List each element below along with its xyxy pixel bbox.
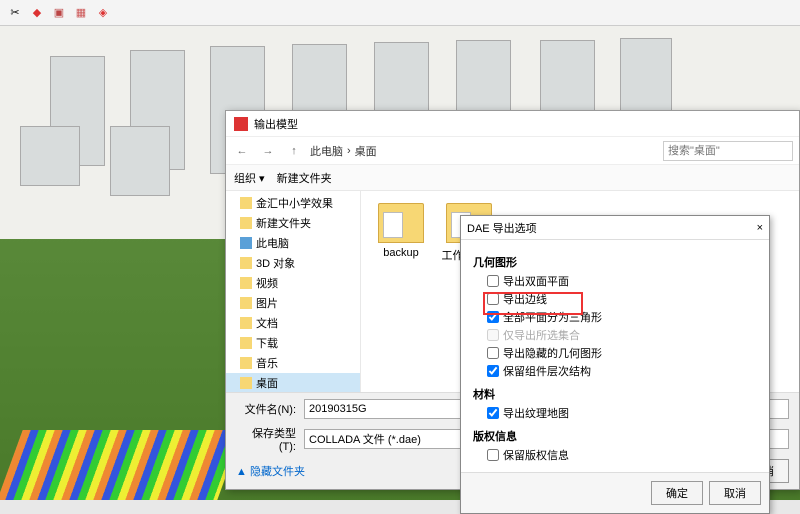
folder-icon: [240, 337, 252, 349]
sel-only-checkbox: [487, 329, 499, 341]
options-body: 几何图形 导出双面平面 导出边线 全部平面分为三角形 仅导出所选集合 导出隐藏的…: [461, 240, 769, 472]
hide-folders-link[interactable]: ▲ 隐藏文件夹: [236, 463, 305, 479]
folder-icon: [378, 203, 424, 243]
options-title: DAE 导出选项: [467, 220, 537, 236]
tree-item[interactable]: 桌面: [226, 373, 360, 392]
computer-icon: [240, 237, 252, 249]
back-button[interactable]: ←: [232, 141, 252, 161]
close-icon[interactable]: ×: [757, 222, 763, 234]
opts-cancel-button[interactable]: 取消: [709, 481, 761, 505]
tree-item[interactable]: 图片: [226, 293, 360, 313]
search-input[interactable]: [663, 141, 793, 161]
folder-tree[interactable]: 金汇中小学效果新建文件夹此电脑3D 对象视频图片文档下载音乐桌面本地磁盘 (C:…: [226, 191, 361, 392]
folder-icon: [240, 317, 252, 329]
command-row: 组织 ▾ 新建文件夹: [226, 165, 799, 191]
scissors-icon[interactable]: ✂: [6, 3, 24, 21]
nav-row: ← → ↑ 此电脑› 桌面: [226, 137, 799, 165]
fwd-button[interactable]: →: [258, 141, 278, 161]
dialog-title: 输出模型: [254, 116, 298, 132]
box-icon[interactable]: ▦: [72, 3, 90, 21]
folder-icon: [240, 357, 252, 369]
folder-icon: [240, 297, 252, 309]
section-geometry: 几何图形: [473, 254, 757, 270]
new-folder-button[interactable]: 新建文件夹: [277, 170, 332, 186]
section-copyright: 版权信息: [473, 428, 757, 444]
filename-label: 文件名(N):: [236, 401, 296, 417]
main-toolbar: ✂ ◆ ▣ ▦ ◈: [0, 0, 800, 26]
ok-button[interactable]: 确定: [651, 481, 703, 505]
gem-icon[interactable]: ◆: [28, 3, 46, 21]
up-button[interactable]: ↑: [284, 141, 304, 161]
cube-icon[interactable]: ▣: [50, 3, 68, 21]
hidden-geo-checkbox[interactable]: [487, 347, 499, 359]
tree-item[interactable]: 金汇中小学效果: [226, 193, 360, 213]
triangulate-checkbox[interactable]: [487, 311, 499, 323]
tree-item[interactable]: 音乐: [226, 353, 360, 373]
folder-icon: [240, 377, 252, 389]
tree-item[interactable]: 下载: [226, 333, 360, 353]
ruby-icon[interactable]: ◈: [94, 3, 112, 21]
folder-icon: [240, 217, 252, 229]
colored-building: [0, 430, 243, 500]
app-icon: [234, 117, 248, 131]
folder-icon: [240, 197, 252, 209]
options-dialog: DAE 导出选项 × 几何图形 导出双面平面 导出边线 全部平面分为三角形 仅导…: [460, 215, 770, 514]
section-material: 材料: [473, 386, 757, 402]
dialog-titlebar[interactable]: 输出模型: [226, 111, 799, 137]
tree-item[interactable]: 3D 对象: [226, 253, 360, 273]
folder-icon: [240, 277, 252, 289]
options-titlebar[interactable]: DAE 导出选项 ×: [461, 216, 769, 240]
organize-menu[interactable]: 组织 ▾: [234, 170, 265, 186]
keep-credit-checkbox[interactable]: [487, 449, 499, 461]
folder-item[interactable]: backup: [373, 203, 429, 259]
two-sided-checkbox[interactable]: [487, 275, 499, 287]
tex-map-checkbox[interactable]: [487, 407, 499, 419]
tree-item[interactable]: 新建文件夹: [226, 213, 360, 233]
tree-item[interactable]: 此电脑: [226, 233, 360, 253]
tree-item[interactable]: 视频: [226, 273, 360, 293]
tree-item[interactable]: 文档: [226, 313, 360, 333]
folder-icon: [240, 257, 252, 269]
breadcrumb[interactable]: 此电脑› 桌面: [310, 143, 657, 159]
hierarchy-checkbox[interactable]: [487, 365, 499, 377]
savetype-label: 保存类型(T):: [236, 425, 296, 453]
edges-checkbox[interactable]: [487, 293, 499, 305]
